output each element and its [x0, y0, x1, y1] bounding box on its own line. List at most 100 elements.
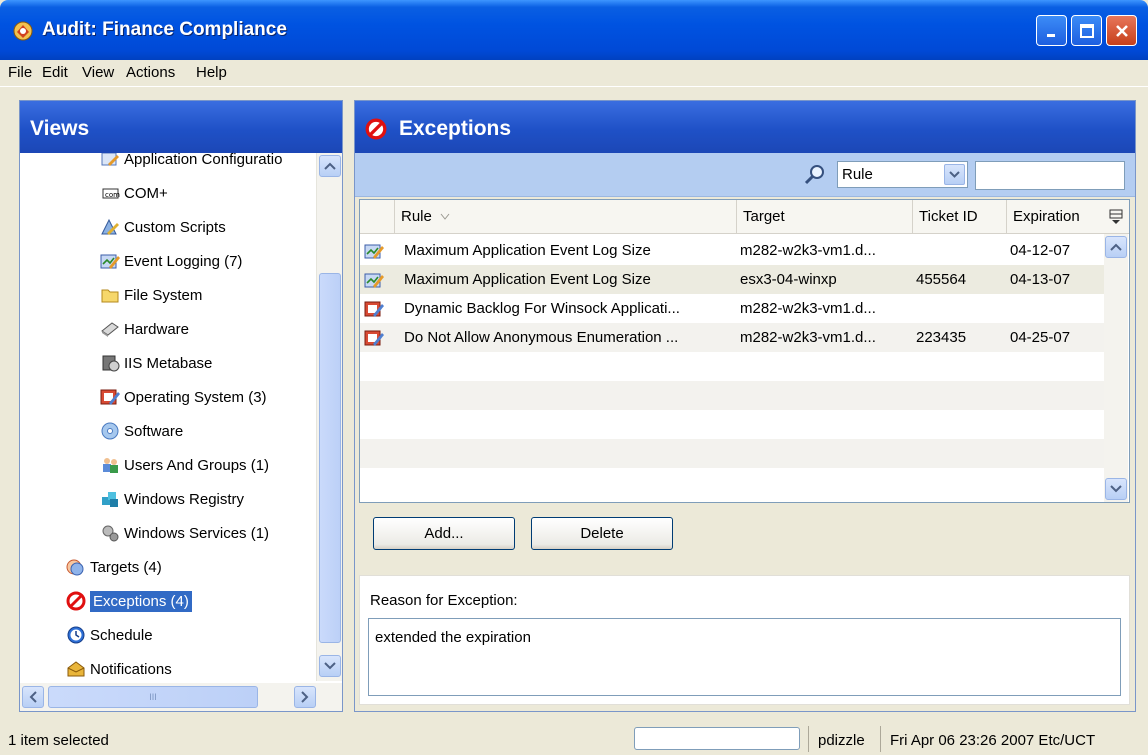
- tree-item-label: File System: [124, 286, 203, 304]
- cell-expiration: 04-13-07: [1010, 271, 1071, 288]
- cell-ticket-id: 455564: [916, 271, 967, 288]
- services-icon: [102, 525, 119, 542]
- tree-item-windows-services[interactable]: Windows Services (1): [100, 519, 269, 547]
- close-button[interactable]: [1106, 15, 1137, 46]
- cell-target: m282-w2k3-vm1.d...: [740, 300, 876, 317]
- operating-system-icon: [364, 301, 384, 317]
- tree-item-application-configuration[interactable]: Application Configuratio: [100, 153, 282, 173]
- table-row[interactable]: Do Not Allow Anonymous Enumeration ... m…: [360, 323, 1104, 352]
- exceptions-pane: Exceptions Rule Rule Target Ticket ID Ex…: [354, 100, 1136, 712]
- column-chooser-icon[interactable]: [1108, 208, 1124, 226]
- audit-app-icon: [13, 21, 33, 41]
- views-header: Views: [20, 101, 342, 153]
- status-user: pdizzle: [818, 732, 865, 749]
- users-groups-icon: [103, 458, 118, 473]
- event-logging-icon: [364, 273, 384, 288]
- views-horizontal-scrollbar[interactable]: III: [20, 683, 342, 711]
- tree-item-event-logging[interactable]: Event Logging (7): [100, 247, 242, 275]
- chevron-down-icon: [1110, 485, 1122, 493]
- status-bar: 1 item selected pdizzle Fri Apr 06 23:26…: [0, 722, 1148, 755]
- tree-item-com-plus[interactable]: com COM+: [100, 179, 168, 207]
- sort-icon: [440, 213, 450, 220]
- delete-button[interactable]: Delete: [531, 517, 673, 550]
- search-icon[interactable]: [803, 163, 827, 187]
- menu-view[interactable]: View: [82, 64, 114, 81]
- custom-scripts-icon: [101, 218, 119, 235]
- add-button[interactable]: Add...: [373, 517, 515, 550]
- exceptions-title: Exceptions: [399, 117, 512, 140]
- column-header-expiration[interactable]: Expiration: [1006, 200, 1104, 234]
- tree-item-file-system[interactable]: File System: [100, 281, 202, 309]
- tree-item-windows-registry[interactable]: Windows Registry: [100, 485, 244, 513]
- table-row-empty: [360, 352, 1104, 381]
- column-header-rule[interactable]: Rule: [394, 200, 736, 234]
- column-header-ticket-id[interactable]: Ticket ID: [912, 200, 1006, 234]
- tree-item-iis-metabase[interactable]: IIS Metabase: [100, 349, 212, 377]
- cell-expiration: 04-12-07: [1010, 242, 1071, 259]
- dropdown-button[interactable]: [944, 164, 965, 185]
- cell-rule: Dynamic Backlog For Winsock Applicati...: [404, 300, 680, 317]
- cell-target: m282-w2k3-vm1.d...: [740, 242, 876, 259]
- targets-icon: [66, 559, 84, 576]
- status-divider: [808, 726, 809, 752]
- chevron-down-icon: [949, 171, 960, 178]
- tree-item-custom-scripts[interactable]: Custom Scripts: [100, 213, 226, 241]
- tree-item-notifications[interactable]: Notifications: [66, 655, 172, 681]
- event-logging-icon: [100, 254, 120, 269]
- scroll-thumb[interactable]: [319, 273, 341, 643]
- table-vertical-scrollbar[interactable]: [1104, 234, 1128, 502]
- tree-item-exceptions[interactable]: Exceptions (4): [66, 587, 192, 615]
- status-divider: [880, 726, 881, 752]
- tree-item-label: Application Configuratio: [124, 153, 283, 168]
- table-row[interactable]: Maximum Application Event Log Size m282-…: [360, 236, 1104, 265]
- operating-system-icon: [364, 330, 384, 346]
- tree-item-label: Custom Scripts: [124, 218, 226, 236]
- cell-rule: Maximum Application Event Log Size: [404, 271, 651, 288]
- reason-textarea[interactable]: extended the expiration: [368, 618, 1121, 696]
- tree-item-schedule[interactable]: Schedule: [66, 621, 153, 649]
- maximize-icon: [1079, 23, 1094, 38]
- table-header: Rule Target Ticket ID Expiration: [360, 200, 1129, 234]
- scroll-up-button[interactable]: [1105, 236, 1127, 258]
- tree-item-users-and-groups[interactable]: Users And Groups (1): [100, 451, 269, 479]
- column-header-target[interactable]: Target: [736, 200, 912, 234]
- operating-system-icon: [100, 389, 120, 405]
- table-row[interactable]: Dynamic Backlog For Winsock Applicati...…: [360, 294, 1104, 323]
- table-row-selected[interactable]: Maximum Application Event Log Size esx3-…: [360, 265, 1104, 294]
- filter-bar: Rule: [355, 153, 1135, 197]
- tree-item-hardware[interactable]: Hardware: [100, 315, 189, 343]
- tree-item-targets[interactable]: Targets (4): [66, 553, 162, 581]
- scroll-left-button[interactable]: [22, 686, 44, 708]
- window-title: Audit: Finance Compliance: [42, 19, 287, 40]
- minimize-button[interactable]: [1036, 15, 1067, 46]
- menu-actions[interactable]: Actions: [126, 64, 175, 81]
- cell-target: m282-w2k3-vm1.d...: [740, 329, 876, 346]
- filter-search-input[interactable]: [975, 161, 1125, 190]
- filter-field-select[interactable]: Rule: [837, 161, 968, 188]
- menu-help[interactable]: Help: [196, 64, 227, 81]
- title-bar[interactable]: Audit: Finance Compliance: [0, 0, 1148, 60]
- menu-file[interactable]: File: [8, 64, 32, 81]
- tree-item-label: Exceptions (4): [90, 590, 192, 612]
- chevron-right-icon: [301, 691, 309, 703]
- views-vertical-scrollbar[interactable]: [316, 153, 342, 681]
- scroll-down-button[interactable]: [319, 655, 341, 677]
- software-icon: [101, 422, 119, 440]
- event-logging-icon: [364, 244, 384, 259]
- reason-label: Reason for Exception:: [370, 592, 518, 609]
- tree-item-operating-system[interactable]: Operating System (3): [100, 383, 267, 411]
- scroll-down-button[interactable]: [1105, 478, 1127, 500]
- table-row-empty: [360, 439, 1104, 468]
- cell-rule: Maximum Application Event Log Size: [404, 242, 651, 259]
- folder-icon: [101, 289, 119, 303]
- scroll-right-button[interactable]: [294, 686, 316, 708]
- maximize-button[interactable]: [1071, 15, 1102, 46]
- cell-rule: Do Not Allow Anonymous Enumeration ...: [404, 329, 679, 346]
- app-config-icon: [101, 153, 119, 166]
- chevron-up-icon: [324, 162, 336, 170]
- menu-edit[interactable]: Edit: [42, 64, 68, 81]
- tree-item-software[interactable]: Software: [100, 417, 183, 445]
- horizontal-scroll-thumb[interactable]: III: [48, 686, 258, 708]
- scroll-up-button[interactable]: [319, 155, 341, 177]
- status-selection-text: 1 item selected: [8, 732, 109, 749]
